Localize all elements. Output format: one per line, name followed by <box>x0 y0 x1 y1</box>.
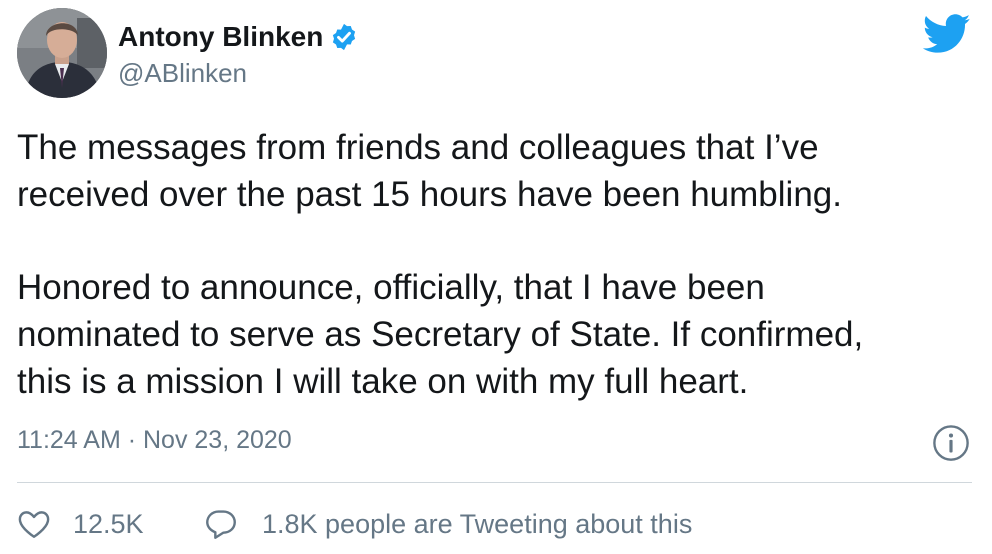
avatar[interactable] <box>17 8 107 98</box>
tweet-line: received over the past 15 hours have bee… <box>17 175 842 214</box>
author-handle[interactable]: @ABlinken <box>118 57 247 89</box>
conversation-link[interactable]: 1.8K people are Tweeting about this <box>204 506 692 542</box>
conversation-text: 1.8K people are Tweeting about this <box>262 509 693 539</box>
like-button[interactable]: 12.5K <box>17 506 144 542</box>
author-name[interactable]: Antony Blinken <box>118 20 359 54</box>
like-count: 12.5K <box>73 509 144 539</box>
tweet-line: this is a mission I will take on with my… <box>17 362 749 401</box>
divider <box>17 482 972 483</box>
info-icon[interactable] <box>932 424 970 462</box>
speech-bubble-icon <box>206 510 236 539</box>
tweet-card: Antony Blinken @ABlinken The messages fr… <box>0 0 992 554</box>
tweet-timestamp[interactable]: 11:24 AM · Nov 23, 2020 <box>17 424 292 456</box>
tweet-line: nominated to serve as Secretary of State… <box>17 315 864 354</box>
twitter-bird-icon[interactable] <box>922 14 972 54</box>
tweet-text: The messages from friends and colleagues… <box>17 124 977 405</box>
verified-badge-icon <box>333 23 356 51</box>
tweet-line: The messages from friends and colleagues… <box>17 128 819 167</box>
heart-icon <box>18 511 50 538</box>
author-name-text[interactable]: Antony Blinken <box>118 20 323 54</box>
tweet-line: Honored to announce, officially, that I … <box>17 268 765 307</box>
